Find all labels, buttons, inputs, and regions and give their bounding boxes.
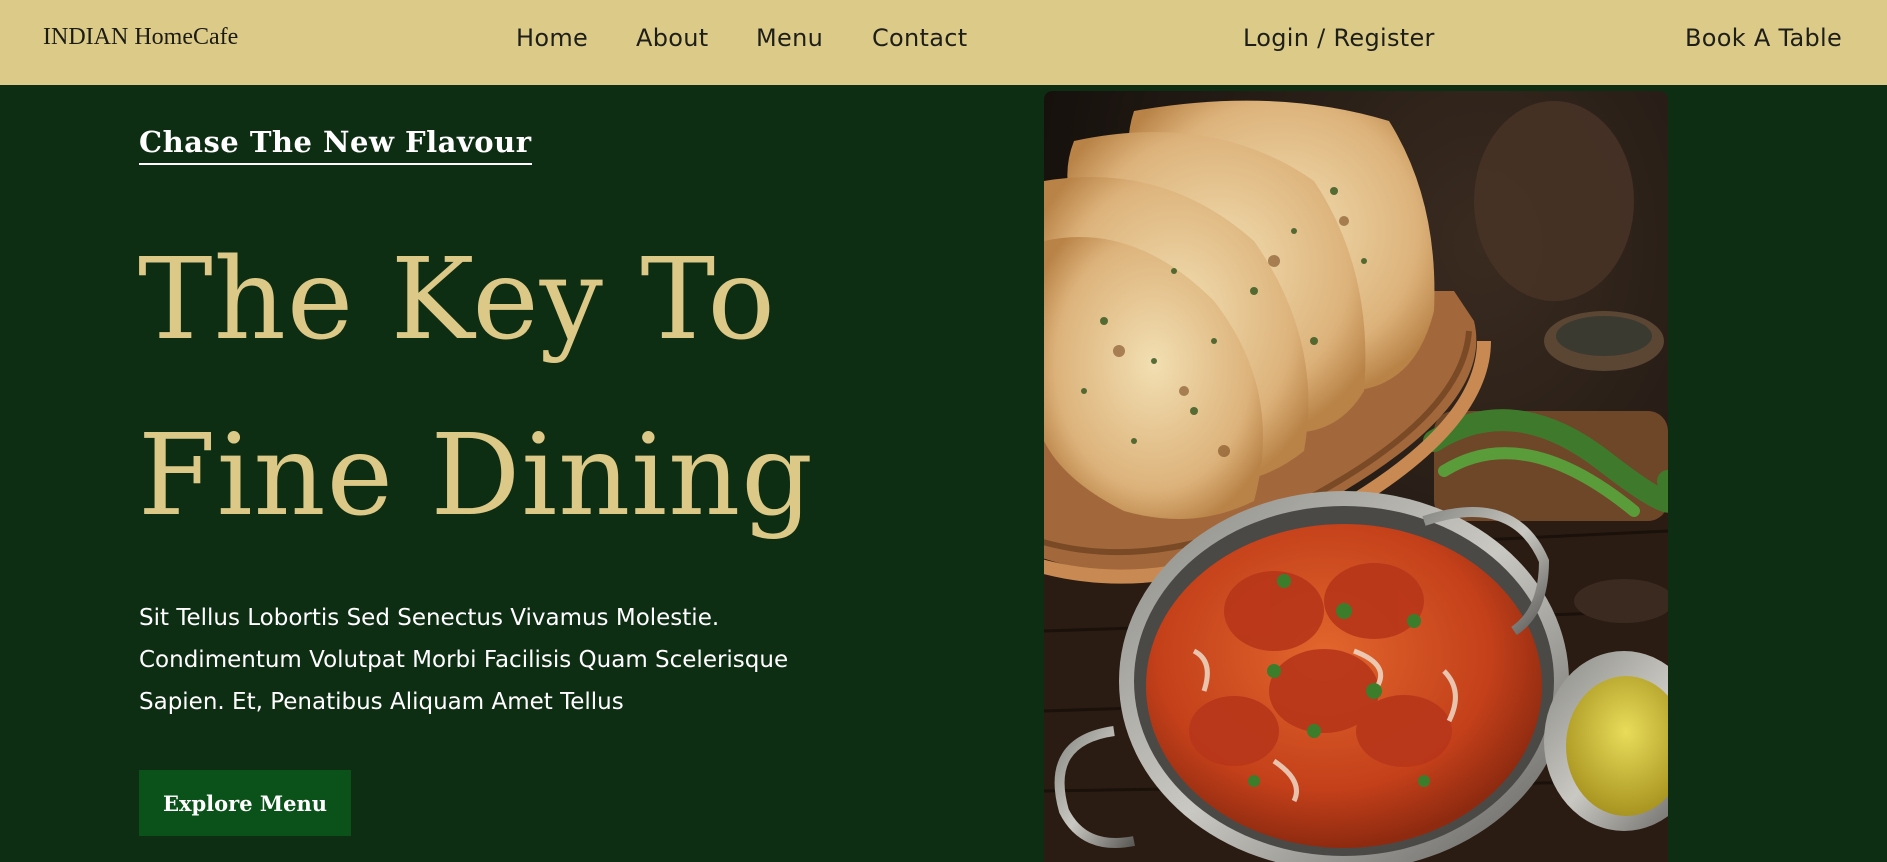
book-table-link[interactable]: Book A Table (1685, 24, 1842, 52)
top-navbar: INDIAN HomeCafe Home About Menu Contact … (0, 0, 1887, 85)
hero-title: The Key To Fine Dining (138, 212, 898, 564)
nav-link-contact[interactable]: Contact (872, 24, 967, 52)
hero-title-line-2: Fine Dining (138, 411, 814, 541)
food-illustration (1044, 91, 1668, 862)
hero-description: Sit Tellus Lobortis Sed Senectus Vivamus… (139, 605, 789, 715)
login-register-link[interactable]: Login / Register (1243, 24, 1435, 52)
explore-menu-button[interactable]: Explore Menu (139, 770, 351, 836)
hero-title-line-1: The Key To (138, 235, 776, 365)
brand-logo[interactable]: INDIAN HomeCafe (43, 24, 238, 51)
hero-eyebrow: Chase The New Flavour (139, 125, 532, 165)
hero-food-image (1044, 91, 1668, 862)
nav-link-about[interactable]: About (636, 24, 708, 52)
nav-link-home[interactable]: Home (516, 24, 588, 52)
nav-link-menu[interactable]: Menu (756, 24, 823, 52)
